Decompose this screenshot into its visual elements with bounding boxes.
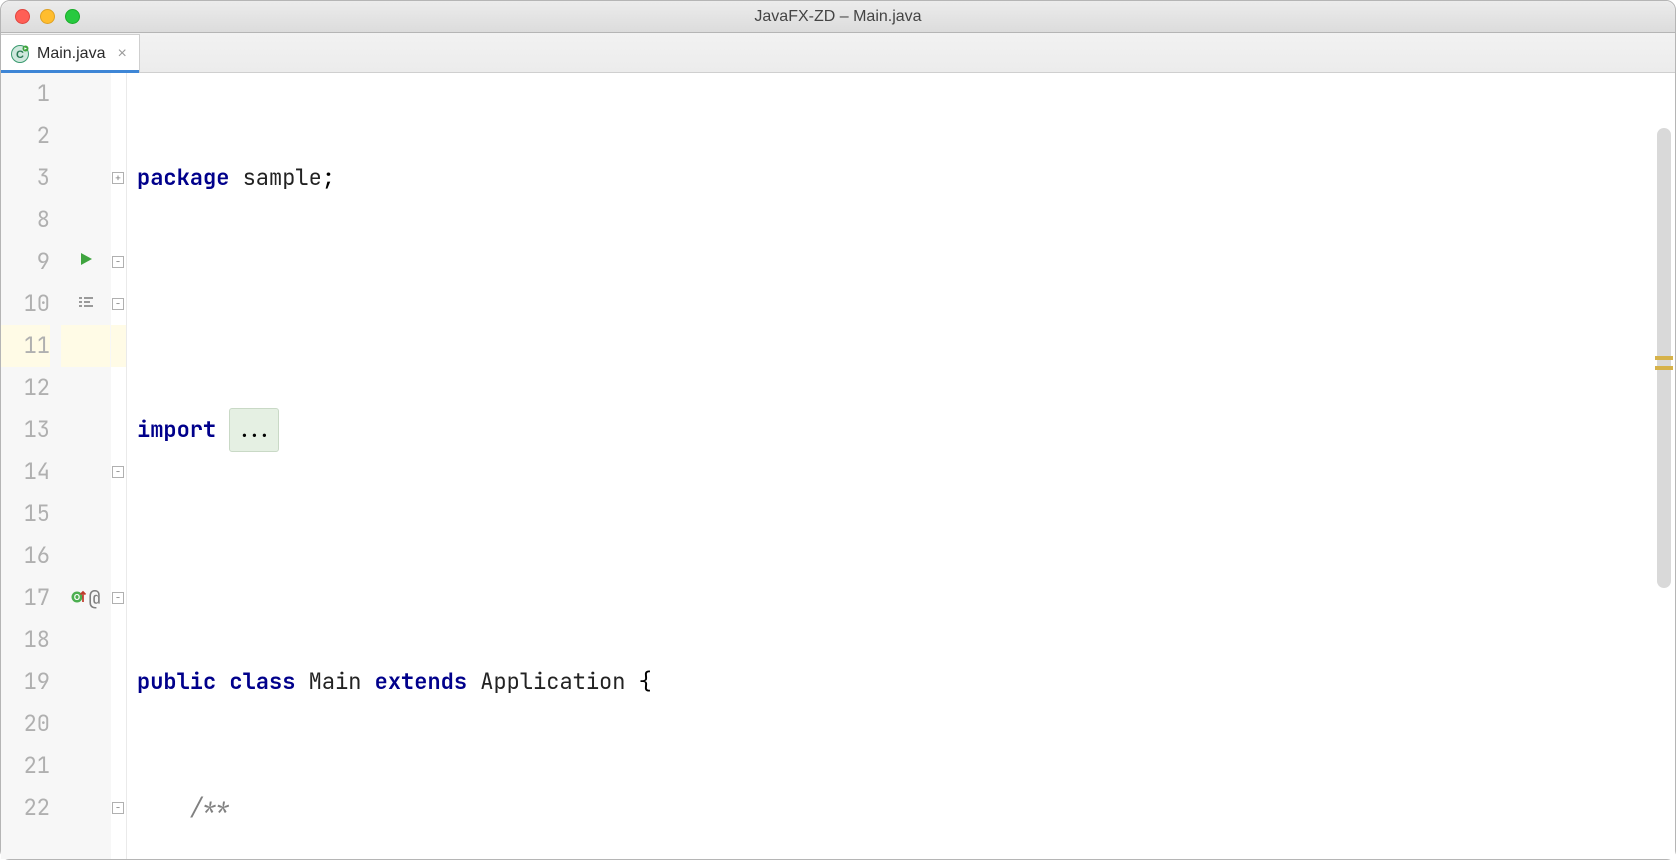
folded-imports[interactable]: ... [229, 408, 279, 452]
line-number: 1 [1, 73, 50, 115]
line-number: 14 [1, 451, 50, 493]
line-number: 12 [1, 367, 50, 409]
warning-mark[interactable] [1655, 356, 1673, 360]
code-area[interactable]: package sample; import ... public class … [127, 73, 1675, 859]
tab-main-java[interactable]: C Main.java × [1, 34, 140, 72]
close-window-button[interactable] [15, 9, 30, 24]
code-line[interactable] [137, 535, 1675, 577]
code-line[interactable]: /** [137, 787, 1675, 829]
tab-filename: Main.java [37, 45, 105, 63]
line-number: 17 [1, 577, 50, 619]
code-line[interactable]: package sample; [137, 157, 1675, 199]
run-class-icon[interactable] [78, 241, 94, 283]
editor-tabbar: C Main.java × [1, 33, 1675, 73]
collapse-fold-icon[interactable]: − [112, 256, 124, 268]
line-number: 13 [1, 409, 50, 451]
collapse-fold-icon[interactable]: − [112, 298, 124, 310]
line-number: 2 [1, 115, 50, 157]
window-title: JavaFX-ZD – Main.java [1, 8, 1675, 26]
line-number-gutter[interactable]: 1 2 3 8 9 10 11 12 13 14 15 16 17 18 19 … [1, 73, 61, 859]
fold-gutter[interactable]: + − − − − − [111, 73, 127, 859]
line-number: 18 [1, 619, 50, 661]
svg-text:C: C [16, 49, 24, 61]
line-number: 9 [1, 241, 50, 283]
traffic-lights [1, 9, 80, 24]
java-class-icon: C [11, 45, 29, 63]
maximize-window-button[interactable] [65, 9, 80, 24]
align-left-icon [77, 283, 95, 325]
line-number: 11 [1, 325, 50, 367]
collapse-fold-icon[interactable]: − [112, 592, 124, 604]
line-number: 15 [1, 493, 50, 535]
minimize-window-button[interactable] [40, 9, 55, 24]
collapse-fold-end-icon[interactable]: − [112, 466, 124, 478]
code-line[interactable]: import ... [137, 409, 1675, 451]
line-number: 16 [1, 535, 50, 577]
svg-text:O: O [73, 593, 79, 602]
code-line[interactable] [137, 283, 1675, 325]
line-number: 10 [1, 283, 50, 325]
expand-fold-icon[interactable]: + [112, 172, 124, 184]
warning-mark[interactable] [1655, 366, 1673, 370]
editor[interactable]: 1 2 3 8 9 10 11 12 13 14 15 16 17 18 19 … [1, 73, 1675, 859]
line-number: 19 [1, 661, 50, 703]
line-number: 20 [1, 703, 50, 745]
collapse-fold-end-icon[interactable]: − [112, 802, 124, 814]
line-number: 8 [1, 199, 50, 241]
override-method-icon[interactable]: O [71, 577, 87, 619]
icon-gutter[interactable]: O @ [61, 73, 111, 859]
code-line[interactable]: public class Main extends Application { [137, 661, 1675, 703]
close-tab-button[interactable]: × [117, 45, 126, 63]
line-number: 22 [1, 787, 50, 829]
scrollbar[interactable] [1657, 128, 1671, 849]
line-number: 3 [1, 157, 50, 199]
line-number: 21 [1, 745, 50, 787]
window-titlebar: JavaFX-ZD – Main.java [1, 1, 1675, 33]
at-annotation-icon: @ [89, 577, 101, 619]
